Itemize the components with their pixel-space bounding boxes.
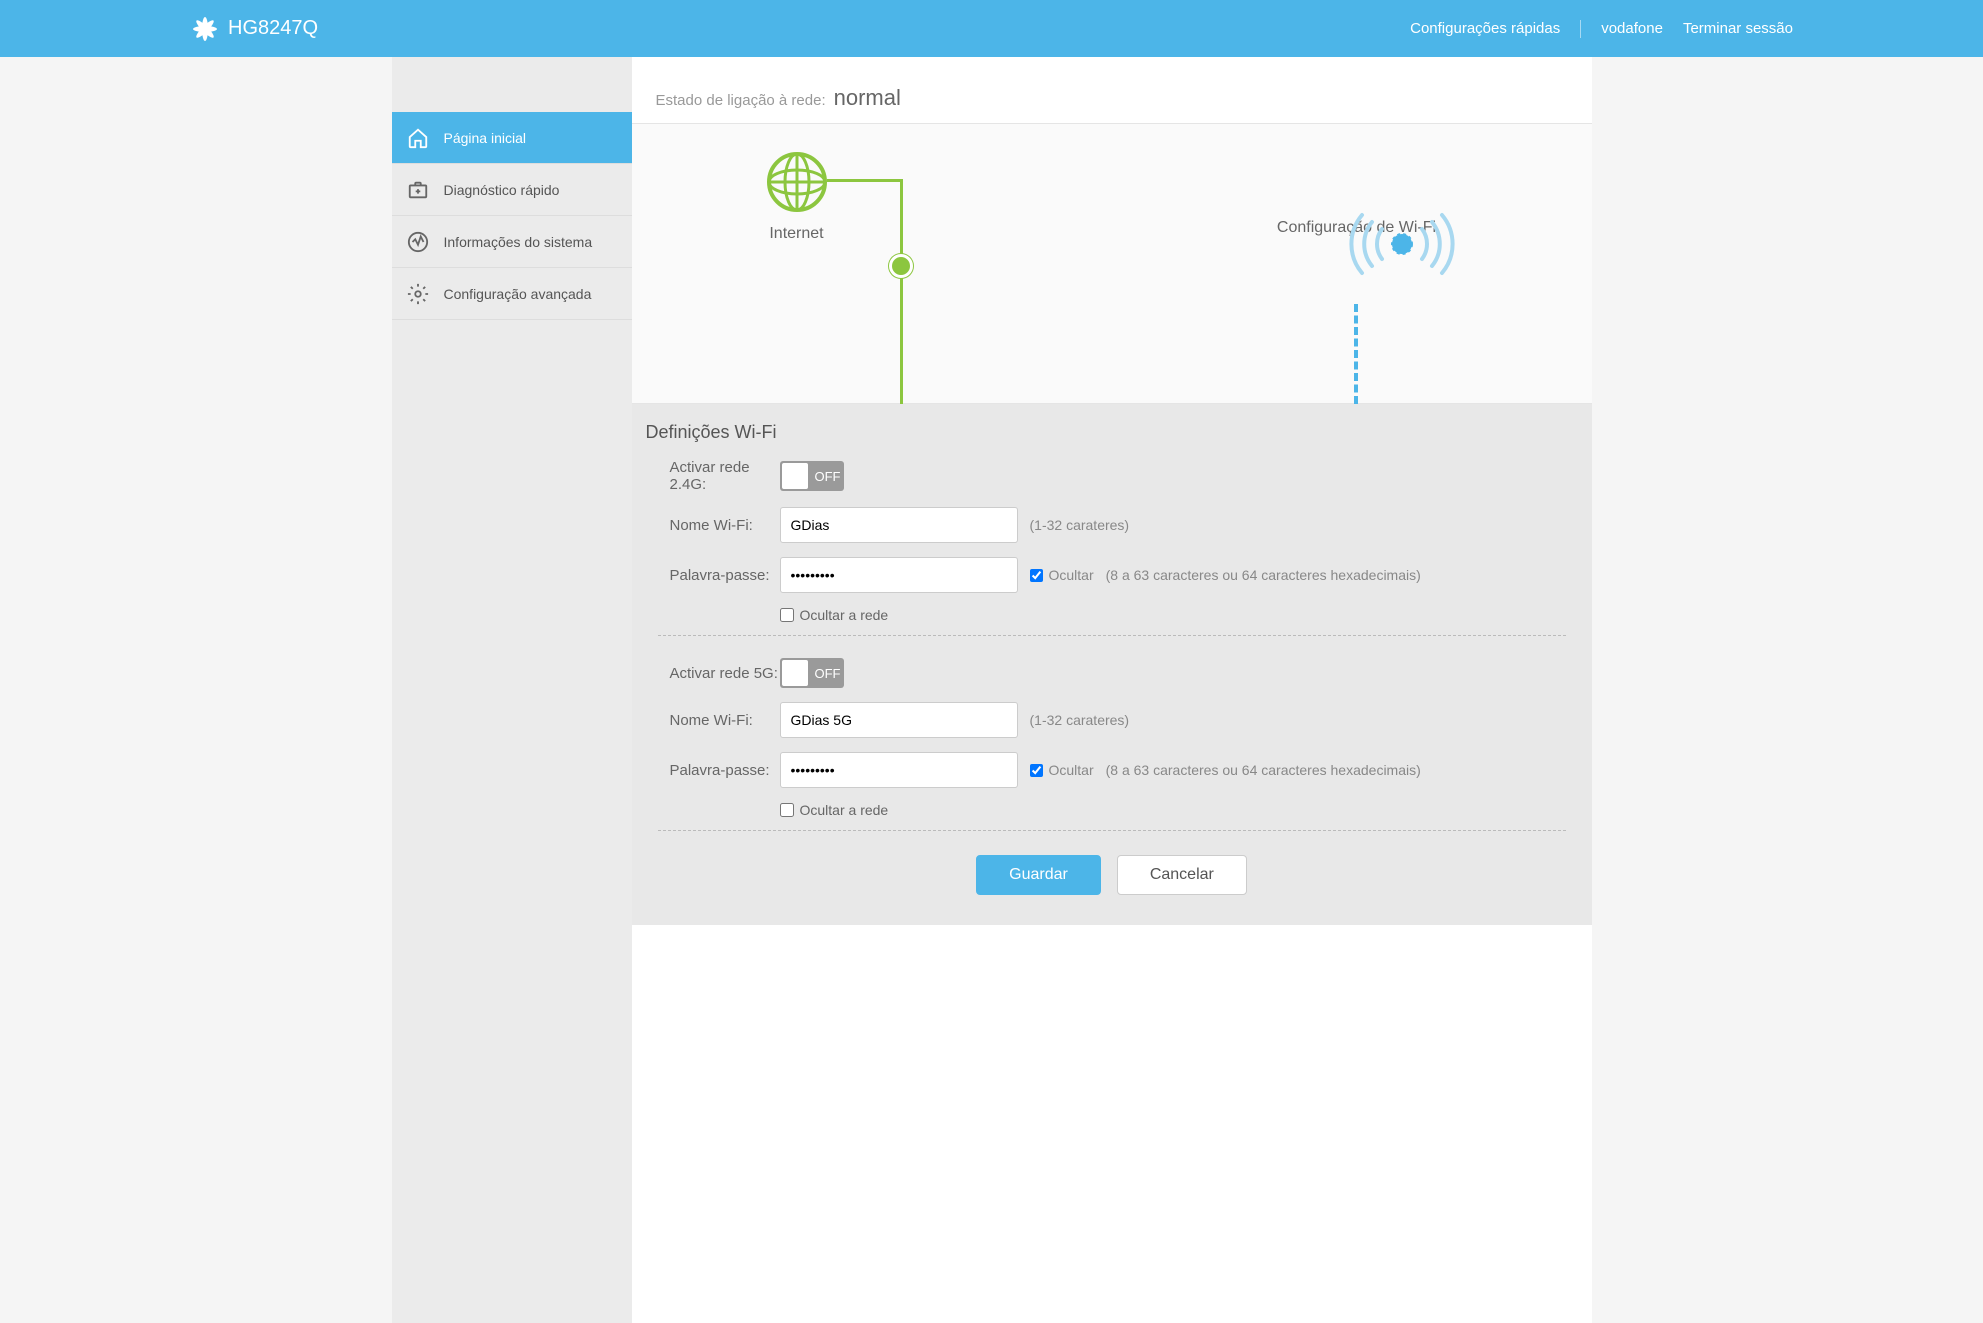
sidebar-item-label: Configuração avançada xyxy=(444,286,592,302)
wifi-name-5g-hint: (1-32 carateres) xyxy=(1030,712,1130,728)
wifi-name-5g-input[interactable] xyxy=(780,702,1018,738)
hide-network-5g-checkbox[interactable] xyxy=(780,803,794,817)
enable-5g-label: Activar rede 5G: xyxy=(670,665,780,682)
user-link[interactable]: vodafone xyxy=(1601,20,1663,37)
status-label: Estado de ligação à rede: xyxy=(656,92,826,109)
network-diagram: Internet Configuração de Wi-Fi xyxy=(632,124,1592,404)
wifi-password-5g-label: Palavra-passe: xyxy=(670,762,780,779)
enable-2g-toggle[interactable]: OFF xyxy=(780,461,844,491)
password-5g-hint: (8 a 63 caracteres ou 64 caracteres hexa… xyxy=(1106,762,1421,778)
wifi-name-2g-label: Nome Wi-Fi: xyxy=(670,517,780,534)
huawei-logo-icon xyxy=(190,14,220,44)
sidebar-item-label: Diagnóstico rápido xyxy=(444,182,560,198)
app-header: HG8247Q Configurações rápidas vodafone T… xyxy=(0,0,1983,57)
enable-5g-toggle[interactable]: OFF xyxy=(780,658,844,688)
sidebar-item-label: Informações do sistema xyxy=(444,234,593,250)
status-value: normal xyxy=(834,85,901,111)
wifi-settings-panel: Definições Wi-Fi Activar rede 2.4G: OFF … xyxy=(632,404,1592,925)
sidebar-item-home[interactable]: Página inicial xyxy=(392,112,632,164)
hide-password-2g-label: Ocultar xyxy=(1049,567,1094,583)
wifi-password-2g-input[interactable] xyxy=(780,557,1018,593)
sidebar-item-label: Página inicial xyxy=(444,130,527,146)
gear-icon xyxy=(406,282,430,306)
status-bar: Estado de ligação à rede: normal xyxy=(632,57,1592,124)
connection-node-icon xyxy=(889,254,913,278)
activity-icon xyxy=(406,230,430,254)
enable-2g-label: Activar rede 2.4G: xyxy=(670,459,780,493)
hide-password-2g-checkbox[interactable] xyxy=(1030,569,1043,582)
quick-config-link[interactable]: Configurações rápidas xyxy=(1410,20,1560,37)
sidebar-item-advanced[interactable]: Configuração avançada xyxy=(392,268,632,320)
main-content: Estado de ligação à rede: normal Interne… xyxy=(632,57,1592,1323)
hide-password-5g-checkbox[interactable] xyxy=(1030,764,1043,777)
password-2g-hint: (8 a 63 caracteres ou 64 caracteres hexa… xyxy=(1106,567,1421,583)
sidebar-item-system-info[interactable]: Informações do sistema xyxy=(392,216,632,268)
sidebar-item-diagnostic[interactable]: Diagnóstico rápido xyxy=(392,164,632,216)
wifi-name-5g-label: Nome Wi-Fi: xyxy=(670,712,780,729)
hide-network-2g-checkbox[interactable] xyxy=(780,608,794,622)
wifi-password-5g-input[interactable] xyxy=(780,752,1018,788)
wifi-password-2g-label: Palavra-passe: xyxy=(670,567,780,584)
hide-network-5g-label: Ocultar a rede xyxy=(800,802,889,818)
model-name: HG8247Q xyxy=(228,17,318,40)
wifi-settings-title: Definições Wi-Fi xyxy=(646,422,1578,443)
medkit-icon xyxy=(406,178,430,202)
sidebar: Página inicial Diagnóstico rápido Inform… xyxy=(392,57,632,1323)
hide-password-5g-label: Ocultar xyxy=(1049,762,1094,778)
internet-label: Internet xyxy=(767,225,827,243)
wifi-name-2g-hint: (1-32 carateres) xyxy=(1030,517,1130,533)
wifi-name-2g-input[interactable] xyxy=(780,507,1018,543)
home-icon xyxy=(406,126,430,150)
logout-link[interactable]: Terminar sessão xyxy=(1683,20,1793,37)
wifi-icon[interactable] xyxy=(1342,204,1462,287)
globe-icon xyxy=(767,199,827,215)
save-button[interactable]: Guardar xyxy=(976,855,1101,895)
hide-network-2g-label: Ocultar a rede xyxy=(800,607,889,623)
cancel-button[interactable]: Cancelar xyxy=(1117,855,1247,895)
